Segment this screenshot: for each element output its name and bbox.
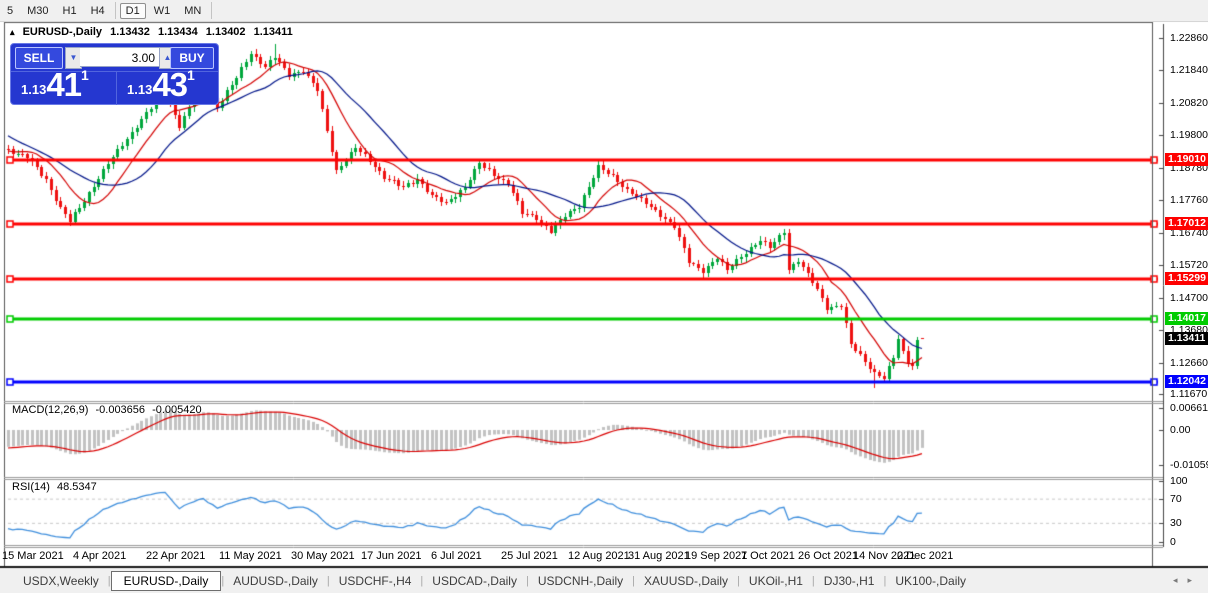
- toolbar-separator: [211, 2, 213, 19]
- date-tick-label: 15 Mar 2021: [2, 550, 64, 562]
- buy-price-pips: 43: [152, 66, 188, 103]
- date-tick-label: 25 Jul 2021: [501, 550, 558, 562]
- sell-price-prefix: 1.13: [21, 82, 47, 97]
- buy-price-prefix: 1.13: [127, 82, 153, 97]
- timeframe-button-w1[interactable]: W1: [148, 3, 177, 19]
- trading-terminal-window: 5 M30 H1 H4 D1 W1 MN ▴ EURUSD-,Daily 1.13432 1…: [0, 0, 1208, 593]
- chart-tab-usdcnh-daily[interactable]: USDCNH-,Daily: [529, 571, 632, 591]
- chart-symbol-label: EURUSD-,Daily: [22, 26, 103, 38]
- timeframe-toolbar: 5 M30 H1 H4 D1 W1 MN: [0, 0, 1208, 22]
- ohlc-open: 1.13432: [110, 26, 150, 38]
- price-tick-label: 1.14700: [1170, 291, 1208, 304]
- macd-signal-value: -0.005420: [152, 404, 202, 416]
- toolbar-separator: [114, 2, 116, 19]
- ohlc-close: 1.13411: [253, 26, 293, 38]
- sell-price-pips: 41: [46, 66, 82, 103]
- chart-tab-dj30-h1[interactable]: DJ30-,H1: [815, 571, 884, 591]
- rsi-name: RSI(14): [12, 481, 50, 493]
- ohlc-high: 1.13434: [157, 26, 198, 38]
- macd-tick-label: -0.010595: [1170, 458, 1208, 471]
- date-tick-label: 7 Oct 2021: [741, 550, 795, 562]
- rsi-tick-label: 100: [1170, 475, 1188, 487]
- price-tick-label: 1.12660: [1170, 356, 1208, 369]
- chart-ohlc-header: ▴ EURUSD-,Daily 1.13432 1.13434 1.13402 …: [10, 26, 298, 38]
- timeframe-button-mn[interactable]: MN: [178, 3, 207, 19]
- rsi-value: 48.5347: [56, 481, 97, 493]
- date-tick-label: 17 Jun 2021: [361, 550, 422, 562]
- date-tick-label: 12 Aug 2021: [568, 550, 630, 562]
- level-price-label: 1.14017: [1165, 312, 1208, 326]
- timeframe-button-h4[interactable]: H4: [85, 3, 111, 19]
- tab-scroll-left-icon[interactable]: ◂: [1173, 575, 1188, 585]
- collapse-panel-icon[interactable]: ▴: [10, 27, 15, 37]
- date-tick-label: 19 Sep 2021: [685, 550, 748, 562]
- price-tick-label: 1.21840: [1170, 64, 1208, 77]
- date-tick-label: 4 Apr 2021: [73, 550, 127, 562]
- date-tick-label: 22 Apr 2021: [146, 550, 206, 562]
- chart-tab-usdx-weekly[interactable]: USDX,Weekly: [14, 571, 108, 591]
- chart-tab-eurusd-daily[interactable]: EURUSD-,Daily: [110, 571, 222, 591]
- tab-scroll-arrows: ◂▸: [1173, 575, 1202, 586]
- rsi-tick-label: 0: [1170, 535, 1176, 548]
- sell-price-point: 1: [81, 67, 89, 83]
- ohlc-low: 1.13402: [205, 26, 246, 38]
- date-tick-label: 26 Oct 2021: [798, 550, 858, 562]
- buy-price-display[interactable]: 1.13431: [119, 66, 218, 105]
- chart-tab-xauusd-daily[interactable]: XAUUSD-,Daily: [635, 571, 737, 591]
- level-price-label: 1.19010: [1165, 153, 1208, 167]
- date-tick-label: 30 May 2021: [291, 550, 355, 562]
- timeframe-button-5[interactable]: 5: [1, 3, 19, 19]
- date-tick-label: 11 May 2021: [219, 550, 282, 562]
- sell-price-display[interactable]: 1.13411: [13, 66, 117, 105]
- chart-tab-uk100-daily[interactable]: UK100-,Daily: [886, 571, 975, 591]
- timeframe-button-d1[interactable]: D1: [119, 2, 146, 19]
- rsi-tick-label: 70: [1170, 493, 1182, 506]
- timeframe-button-m30[interactable]: M30: [21, 3, 54, 19]
- current-price-label: 1.13411: [1165, 331, 1208, 345]
- chart-tab-usdcad-daily[interactable]: USDCAD-,Daily: [423, 571, 526, 591]
- rsi-indicator-label: RSI(14) 48.5347: [12, 481, 101, 493]
- tab-scroll-right-icon[interactable]: ▸: [1187, 575, 1202, 585]
- level-price-label: 1.12042: [1165, 375, 1208, 389]
- price-tick-label: 1.19800: [1170, 129, 1208, 142]
- date-tick-label: 31 Aug 2021: [628, 550, 690, 562]
- price-tick-label: 1.17760: [1170, 194, 1208, 207]
- level-price-label: 1.15299: [1165, 271, 1208, 285]
- date-tick-label: 6 Jul 2021: [431, 550, 482, 562]
- volume-input[interactable]: 3.00: [80, 47, 159, 67]
- price-tick-label: 1.20820: [1170, 96, 1208, 109]
- macd-main-value: -0.003656: [95, 404, 146, 416]
- rsi-tick-label: 30: [1170, 517, 1182, 530]
- macd-name: MACD(12,26,9): [12, 404, 89, 416]
- price-tick-label: 1.15720: [1170, 259, 1208, 272]
- chart-tab-usdchf-h4[interactable]: USDCHF-,H4: [330, 571, 421, 591]
- chart-tab-ukoil-h1[interactable]: UKOil-,H1: [740, 571, 812, 591]
- one-click-trading-panel: SELL ▼ 3.00 ▲ BUY 1.13411 1.13431: [10, 43, 219, 105]
- macd-tick-label: 0.00: [1170, 424, 1191, 436]
- date-tick-label: 2 Dec 2021: [897, 550, 954, 562]
- price-tick-label: 1.11670: [1170, 388, 1208, 400]
- level-price-label: 1.17012: [1165, 217, 1208, 231]
- price-tick-label: 1.22860: [1170, 32, 1208, 44]
- chart-tab-audusd-daily[interactable]: AUDUSD-,Daily: [224, 571, 327, 591]
- timeframe-button-h1[interactable]: H1: [57, 3, 83, 19]
- buy-price-point: 1: [187, 67, 195, 83]
- macd-indicator-label: MACD(12,26,9) -0.003656 -0.005420: [12, 404, 206, 416]
- macd-tick-label: 0.006611: [1170, 402, 1208, 415]
- chart-tab-bar: USDX,Weekly | EURUSD-,Daily | AUDUSD-,Daily |…: [0, 569, 1208, 593]
